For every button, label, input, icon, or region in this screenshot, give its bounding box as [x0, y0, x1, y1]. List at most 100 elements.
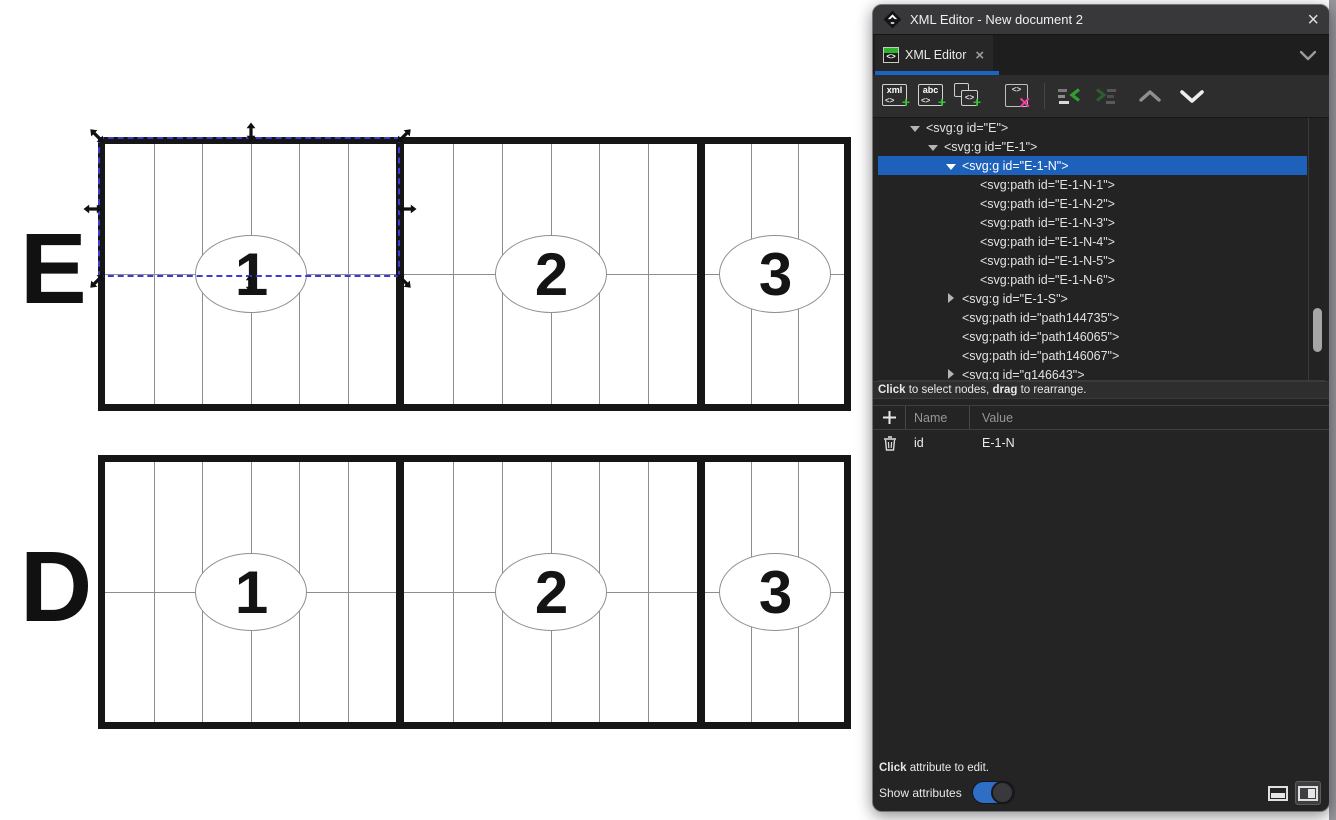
- tab-close-icon[interactable]: ×: [975, 47, 984, 64]
- delete-attribute-button[interactable]: [873, 430, 906, 456]
- section-2[interactable]: 2: [404, 144, 697, 404]
- panel-bottom-bar: Click attribute to edit. Show attributes: [873, 758, 1329, 811]
- layout-horizontal-button[interactable]: [1265, 781, 1291, 805]
- duplicate-node-button[interactable]: <> +: [952, 81, 982, 111]
- expander-open-icon[interactable]: [927, 140, 939, 154]
- new-text-node-button[interactable]: abc <> +: [916, 81, 946, 111]
- tree-node-label: <svg:g id="g146643">: [962, 368, 1085, 382]
- section-2[interactable]: 2: [404, 462, 697, 722]
- tree-node-label: <svg:path id="E-1-N-3">: [980, 216, 1115, 230]
- figure-row-D: D123: [98, 455, 851, 729]
- figure-row-E: E123: [98, 137, 851, 411]
- expander-open-icon[interactable]: [909, 121, 921, 135]
- attributes-table: Name Value id E-1-N: [873, 405, 1329, 456]
- section-number-badge[interactable]: 1: [195, 553, 307, 631]
- close-icon[interactable]: ×: [1307, 11, 1319, 29]
- tree-node[interactable]: <svg:path id="E-1-N-1">: [878, 175, 1307, 194]
- tree-node[interactable]: <svg:g id="E-1-S">: [878, 289, 1307, 308]
- horizontal-split-icon: [1268, 786, 1288, 801]
- expander-open-icon[interactable]: [945, 159, 957, 173]
- layout-vertical-button[interactable]: [1295, 781, 1321, 805]
- section-number: 3: [759, 240, 790, 309]
- show-attributes-toggle[interactable]: [972, 781, 1015, 804]
- tree-scrollbar[interactable]: [1308, 118, 1325, 380]
- toggle-knob: [991, 781, 1014, 804]
- section-number-badge[interactable]: 3: [719, 553, 831, 631]
- add-attribute-button[interactable]: [873, 406, 906, 429]
- row-rectangle[interactable]: 1 2 3: [98, 137, 851, 411]
- toolbar-separator: [1044, 83, 1045, 109]
- window-title: XML Editor - New document 2: [910, 12, 1307, 27]
- indent-node-button[interactable]: [1091, 81, 1121, 111]
- attr-name-header: Name: [906, 406, 970, 429]
- section-divider: [396, 462, 404, 722]
- show-attributes-label: Show attributes: [879, 786, 962, 800]
- tree-hint: Click to select nodes, drag to rearrange…: [873, 381, 1329, 399]
- attribute-edit-hint: Click attribute to edit.: [879, 762, 1321, 774]
- tree-node-label: <svg:path id="E-1-N-1">: [980, 178, 1115, 192]
- attr-value-header: Value: [970, 406, 1329, 429]
- trash-icon: [883, 436, 897, 451]
- attributes-header: Name Value: [873, 405, 1329, 430]
- tree-node[interactable]: <svg:path id="E-1-N-2">: [878, 194, 1307, 213]
- tree-node[interactable]: <svg:path id="E-1-N-4">: [878, 232, 1307, 251]
- tree-node[interactable]: <svg:g id="g146643">: [878, 365, 1307, 381]
- window-titlebar[interactable]: XML Editor - New document 2 ×: [873, 5, 1329, 35]
- tree-node[interactable]: <svg:path id="E-1-N-6">: [878, 270, 1307, 289]
- attr-value[interactable]: E-1-N: [970, 430, 1329, 456]
- expander-closed-icon[interactable]: [945, 368, 957, 382]
- tree-node[interactable]: <svg:g id="E-1">: [878, 137, 1307, 156]
- tree-node[interactable]: <svg:g id="E">: [878, 118, 1307, 137]
- tree-node-label: <svg:path id="E-1-N-4">: [980, 235, 1115, 249]
- row-letter-label[interactable]: D: [20, 530, 90, 645]
- tree-node-label: <svg:path id="path146065">: [962, 330, 1119, 344]
- chevron-down-icon: [1180, 90, 1204, 103]
- section-3[interactable]: 3: [705, 462, 844, 722]
- unindent-node-button[interactable]: [1055, 81, 1085, 111]
- tree-node[interactable]: <svg:path id="path144735">: [878, 308, 1307, 327]
- inkscape-logo-icon: [883, 10, 902, 29]
- active-tab-indicator: [875, 71, 999, 75]
- tree-node-label: <svg:path id="path144735">: [962, 311, 1119, 325]
- tree-node[interactable]: <svg:path id="E-1-N-3">: [878, 213, 1307, 232]
- section-number-badge[interactable]: 1: [195, 235, 307, 313]
- section-number-badge[interactable]: 3: [719, 235, 831, 313]
- main-window-scrollbar[interactable]: [1329, 0, 1336, 820]
- expander-closed-icon[interactable]: [945, 292, 957, 306]
- tree-scrollbar-thumb[interactable]: [1313, 308, 1322, 352]
- chevron-down-icon[interactable]: [1299, 50, 1317, 61]
- chevron-up-icon: [1139, 90, 1161, 102]
- tab-label: XML Editor: [905, 48, 966, 62]
- section-number-badge[interactable]: 2: [495, 235, 607, 313]
- tree-node-label: <svg:path id="E-1-N-2">: [980, 197, 1115, 211]
- xml-editor-tab-icon: <>: [883, 47, 899, 63]
- tree-node[interactable]: <svg:path id="path146065">: [878, 327, 1307, 346]
- row-rectangle[interactable]: 1 2 3: [98, 455, 851, 729]
- tree-node-label: <svg:path id="E-1-N-5">: [980, 254, 1115, 268]
- move-node-down-button[interactable]: [1177, 81, 1207, 111]
- attribute-row[interactable]: id E-1-N: [873, 430, 1329, 456]
- section-number: 1: [235, 240, 266, 309]
- new-element-node-button[interactable]: xml <> +: [880, 81, 910, 111]
- section-3[interactable]: 3: [705, 144, 844, 404]
- move-node-up-button[interactable]: [1135, 81, 1165, 111]
- section-1[interactable]: 1: [105, 462, 396, 722]
- tree-node-label: <svg:g id="E">: [926, 121, 1008, 135]
- section-number-badge[interactable]: 2: [495, 553, 607, 631]
- tree-node[interactable]: <svg:g id="E-1-N">: [878, 156, 1307, 175]
- row-letter-label[interactable]: E: [20, 212, 85, 327]
- xml-tree[interactable]: <svg:g id="E"><svg:g id="E-1"><svg:g id=…: [878, 118, 1325, 381]
- section-1[interactable]: 1: [105, 144, 396, 404]
- vertical-split-icon: [1298, 786, 1318, 801]
- attr-name[interactable]: id: [906, 430, 970, 456]
- plus-icon: [882, 410, 897, 425]
- tab-xml-editor[interactable]: <> XML Editor ×: [875, 35, 993, 75]
- text-node-icon: abc <> +: [918, 84, 943, 106]
- tree-node[interactable]: <svg:path id="E-1-N-5">: [878, 251, 1307, 270]
- xml-editor-window: XML Editor - New document 2 × <> XML Edi…: [872, 4, 1330, 812]
- section-number: 3: [759, 558, 790, 627]
- tree-node[interactable]: <svg:path id="path146067">: [878, 346, 1307, 365]
- delete-node-button[interactable]: <> ✕: [1002, 81, 1032, 111]
- section-number: 2: [535, 240, 566, 309]
- tree-node-label: <svg:path id="path146067">: [962, 349, 1119, 363]
